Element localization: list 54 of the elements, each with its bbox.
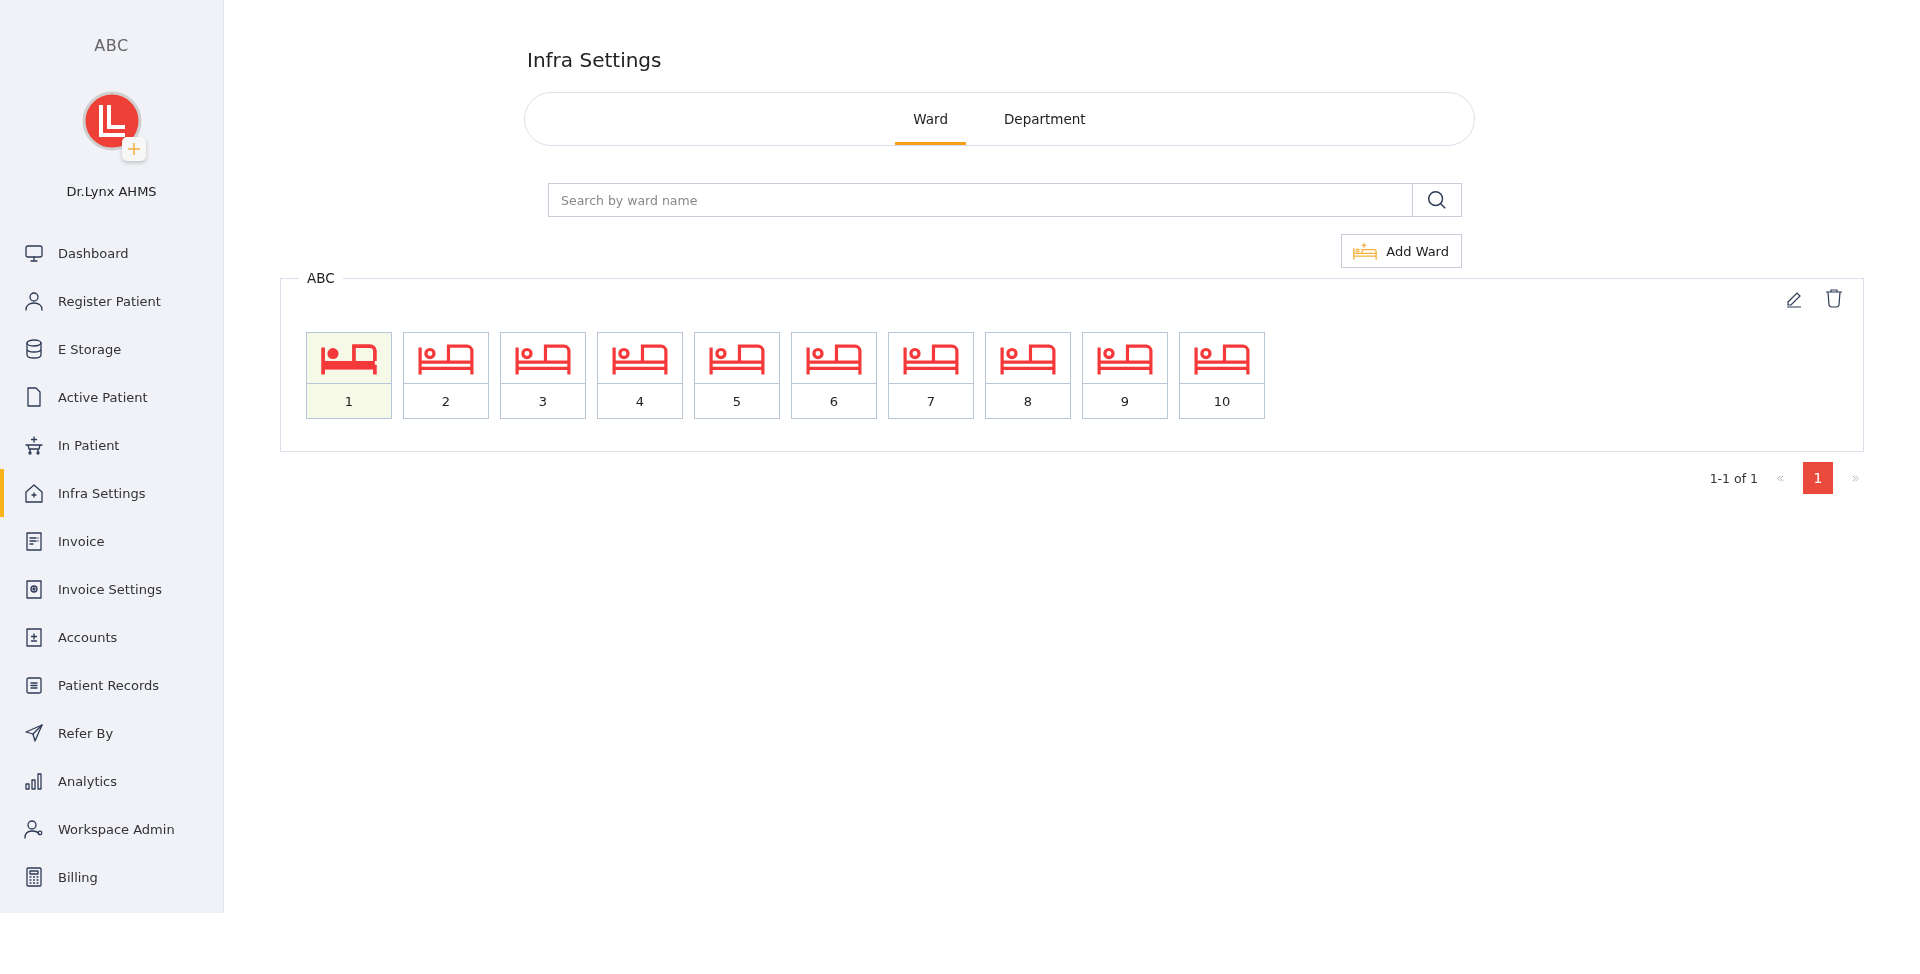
send-icon xyxy=(23,722,45,744)
bed-tile[interactable]: 10 xyxy=(1179,332,1265,419)
page-title: Infra Settings xyxy=(527,48,663,72)
receipt-gear-icon xyxy=(23,578,45,600)
person-icon xyxy=(23,290,45,312)
search-icon xyxy=(1426,189,1448,211)
plus-icon xyxy=(125,141,142,157)
add-photo-button[interactable] xyxy=(121,137,146,161)
monitor-icon xyxy=(23,242,45,264)
nav-item[interactable]: Active Patient xyxy=(0,373,223,421)
bed-plus-icon xyxy=(1352,241,1379,261)
tab[interactable]: Department xyxy=(985,96,1104,145)
tab[interactable]: Ward xyxy=(895,96,966,145)
house-icon xyxy=(23,482,45,504)
logo-icon xyxy=(81,91,142,151)
user-gear-icon xyxy=(23,818,45,840)
search-button[interactable] xyxy=(1412,183,1462,217)
trash-icon[interactable] xyxy=(1823,287,1845,309)
nav-item[interactable]: Patient Records xyxy=(0,661,223,709)
bed-tile[interactable]: 2 xyxy=(403,332,489,419)
database-icon xyxy=(23,338,45,360)
org-name: ABC xyxy=(94,36,129,55)
bed-tile[interactable]: 8 xyxy=(985,332,1071,419)
page-range: 1-1 of 1 xyxy=(1709,470,1758,486)
receipt-icon xyxy=(23,530,45,552)
nav-item[interactable]: In Patient xyxy=(0,421,223,469)
bed-tile[interactable]: 4 xyxy=(597,332,683,419)
bed-tile[interactable]: 5 xyxy=(694,332,780,419)
stretcher-icon xyxy=(23,434,45,456)
bed-tile[interactable]: 1 xyxy=(306,332,392,419)
bar-chart-icon xyxy=(23,770,45,792)
add-ward-button[interactable]: Add Ward xyxy=(1341,234,1462,268)
bed-tile[interactable]: 6 xyxy=(791,332,877,419)
nav-item[interactable]: Invoice xyxy=(0,517,223,565)
nav-item[interactable]: Workspace Admin xyxy=(0,805,223,853)
nav-item[interactable]: Billing xyxy=(0,853,223,901)
list-icon xyxy=(23,674,45,696)
calculator-icon xyxy=(23,866,45,888)
nav-item[interactable]: Invoice Settings xyxy=(0,565,223,613)
ledger-icon xyxy=(23,626,45,648)
bed-tile[interactable]: 9 xyxy=(1082,332,1168,419)
bed-tile[interactable]: 7 xyxy=(888,332,974,419)
search-field[interactable]: Search by ward name xyxy=(548,183,1412,217)
page-button[interactable]: 1 xyxy=(1803,462,1833,494)
nav-item[interactable]: Analytics xyxy=(0,757,223,805)
bed-tile[interactable]: 3 xyxy=(500,332,586,419)
nav-item[interactable]: Register Patient xyxy=(0,277,223,325)
nav-item[interactable]: Dashboard xyxy=(0,229,223,277)
nav-item[interactable]: Refer By xyxy=(0,709,223,757)
ward-name: ABC xyxy=(299,270,343,286)
nav-item[interactable]: Infra Settings xyxy=(0,469,223,517)
user-name: Dr.Lynx AHMS xyxy=(66,184,157,199)
nav-item[interactable]: E Storage xyxy=(0,325,223,373)
nav-item[interactable]: Accounts xyxy=(0,613,223,661)
